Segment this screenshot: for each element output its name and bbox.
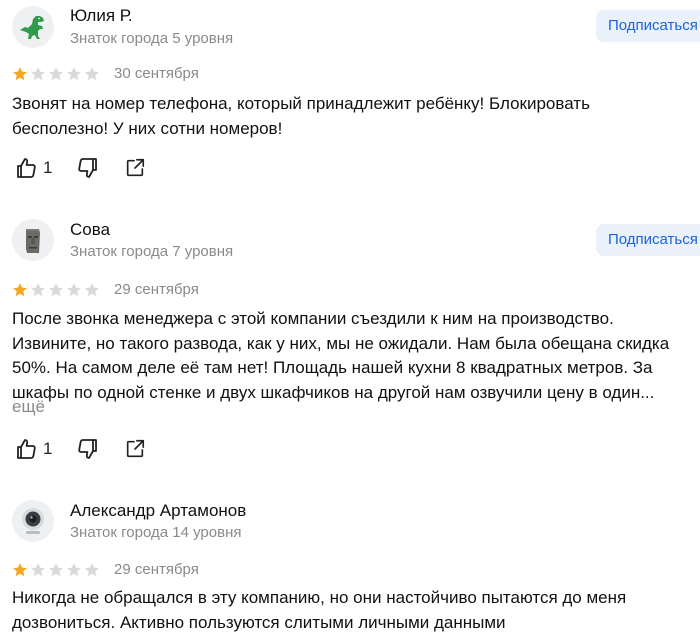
star-empty-icon bbox=[85, 283, 99, 297]
moai-statue-icon bbox=[26, 229, 40, 253]
star-empty-icon bbox=[49, 563, 63, 577]
author-name[interactable]: Юлия Р. bbox=[70, 6, 133, 26]
review-date: 29 сентября bbox=[114, 281, 199, 298]
share-button[interactable] bbox=[124, 157, 146, 179]
review-text: Никогда не обращался в эту компанию, но … bbox=[12, 588, 627, 632]
share-icon bbox=[127, 158, 145, 177]
thumbs-down-icon bbox=[78, 439, 98, 459]
review-text: После звонка менеджера с этой компании с… bbox=[12, 309, 670, 402]
review-text: Звонят на номер телефона, который принад… bbox=[12, 94, 590, 138]
star-filled-icon bbox=[13, 563, 27, 577]
star-filled-icon bbox=[13, 67, 27, 81]
thumbs-up-icon bbox=[17, 439, 36, 459]
author-avatar[interactable] bbox=[12, 6, 54, 48]
webcam-icon bbox=[22, 508, 44, 534]
star-empty-icon bbox=[85, 67, 99, 81]
read-more-link[interactable]: ещё bbox=[12, 397, 45, 417]
rating-stars bbox=[12, 562, 100, 578]
like-button[interactable]: 1 bbox=[14, 156, 52, 180]
subscribe-button[interactable]: Подписаться bbox=[596, 10, 700, 42]
like-count: 1 bbox=[43, 158, 53, 177]
star-filled-icon bbox=[13, 283, 27, 297]
author-name[interactable]: Александр Артамонов bbox=[70, 501, 246, 521]
share-button[interactable] bbox=[124, 438, 146, 460]
dislike-button[interactable] bbox=[76, 156, 100, 180]
review-date: 30 сентября bbox=[114, 65, 199, 82]
star-empty-icon bbox=[49, 283, 63, 297]
star-empty-icon bbox=[67, 67, 81, 81]
review-actions: 1 bbox=[14, 437, 146, 461]
like-button[interactable]: 1 bbox=[14, 437, 52, 461]
star-empty-icon bbox=[31, 67, 45, 81]
share-icon bbox=[127, 439, 145, 458]
dinosaur-icon bbox=[20, 16, 44, 39]
dislike-button[interactable] bbox=[76, 437, 100, 461]
star-empty-icon bbox=[85, 563, 99, 577]
rating-stars bbox=[12, 282, 100, 298]
like-count: 1 bbox=[43, 439, 53, 458]
star-empty-icon bbox=[31, 283, 45, 297]
author-level: Знаток города 14 уровня bbox=[70, 524, 242, 541]
author-level: Знаток города 7 уровня bbox=[70, 243, 234, 260]
subscribe-button[interactable]: Подписаться bbox=[596, 224, 700, 256]
author-level: Знаток города 5 уровня bbox=[70, 30, 234, 47]
thumbs-down-icon bbox=[78, 158, 98, 178]
author-avatar[interactable] bbox=[12, 500, 54, 542]
review-date: 29 сентября bbox=[114, 561, 199, 578]
star-empty-icon bbox=[49, 67, 63, 81]
star-empty-icon bbox=[67, 283, 81, 297]
review-actions: 1 bbox=[14, 156, 146, 180]
thumbs-up-icon bbox=[17, 158, 36, 178]
author-name[interactable]: Сова bbox=[70, 220, 110, 240]
star-empty-icon bbox=[67, 563, 81, 577]
rating-stars bbox=[12, 66, 100, 82]
star-empty-icon bbox=[31, 563, 45, 577]
author-avatar[interactable] bbox=[12, 219, 54, 261]
